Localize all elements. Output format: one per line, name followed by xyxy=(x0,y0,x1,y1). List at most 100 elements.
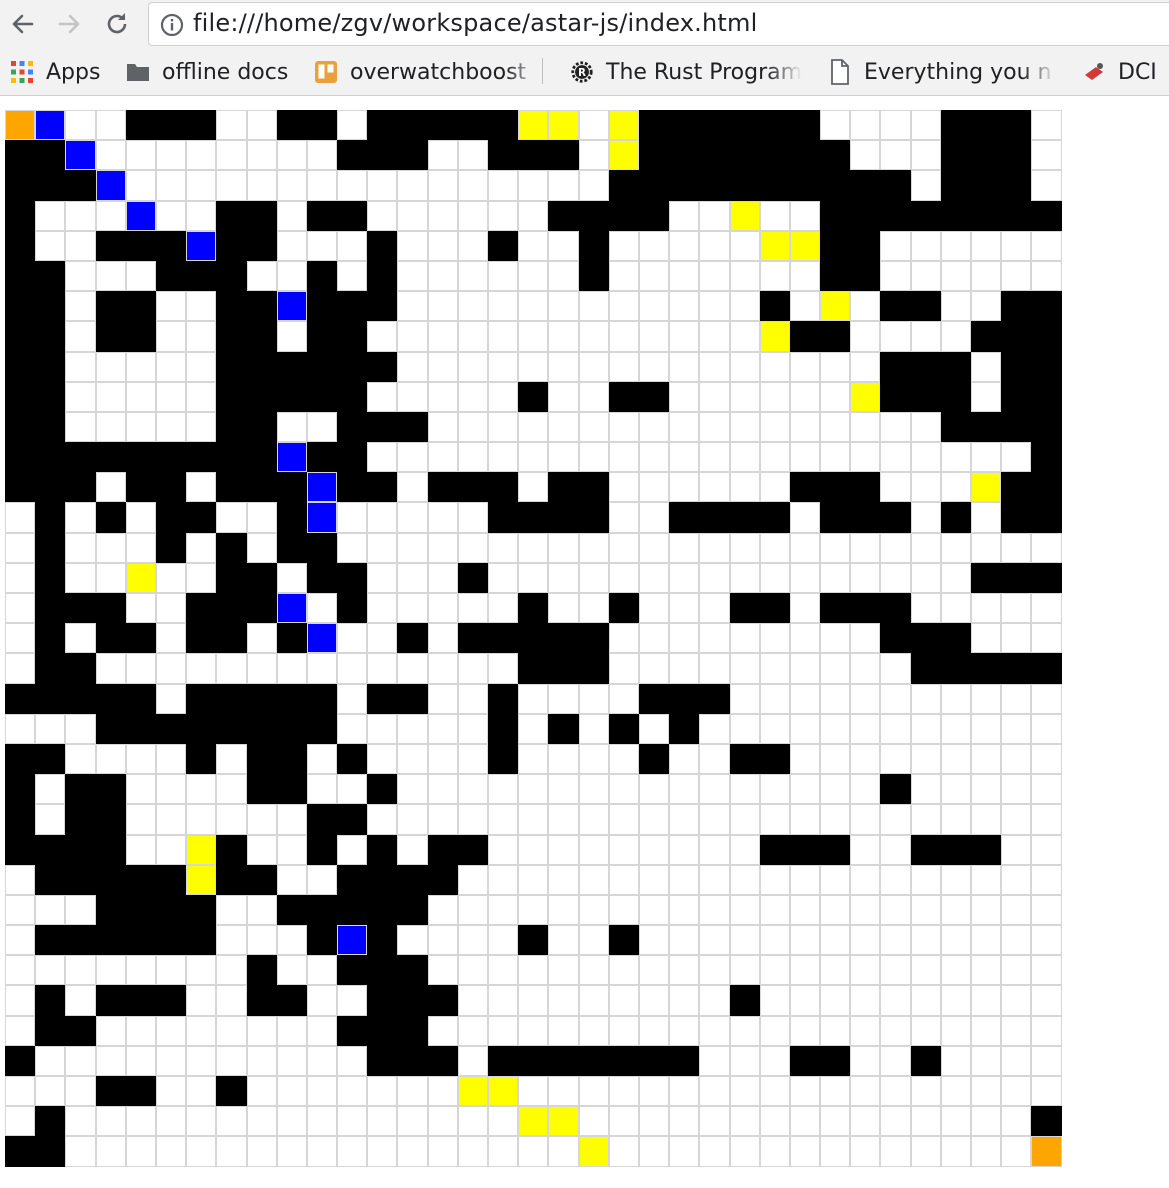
open-cell xyxy=(638,502,670,533)
open-cell xyxy=(820,683,851,714)
open-cell xyxy=(1001,743,1032,775)
back-button[interactable] xyxy=(6,5,40,43)
open-cell xyxy=(910,472,941,503)
open-cell xyxy=(125,955,156,986)
bookmark-rust-book[interactable]: R The Rust Program xyxy=(570,56,802,88)
wall-cell xyxy=(820,593,851,624)
wall-cell xyxy=(216,1076,247,1107)
wall-cell xyxy=(1001,411,1032,443)
open-cell xyxy=(548,925,579,956)
wall-cell xyxy=(1001,381,1032,412)
wall-cell xyxy=(427,834,458,865)
open-cell xyxy=(306,411,338,443)
wall-cell xyxy=(910,351,941,382)
open-cell xyxy=(638,472,670,503)
open-cell xyxy=(65,351,96,382)
wall-cell xyxy=(306,894,338,926)
open-cell xyxy=(880,321,911,352)
open-cell xyxy=(910,1136,941,1167)
open-cell xyxy=(367,442,398,473)
open-cell xyxy=(367,1076,398,1107)
open-cell xyxy=(638,230,670,261)
wall-cell xyxy=(397,894,428,926)
bookmark-label: offline docs xyxy=(162,59,289,85)
open-cell xyxy=(578,1015,609,1046)
path-cell xyxy=(276,442,307,473)
wall-cell xyxy=(65,683,96,714)
bookmark-overwatchboost[interactable]: overwatchboost xyxy=(314,56,540,88)
bookmark-label: Apps xyxy=(46,59,101,85)
open-cell xyxy=(1001,894,1032,926)
open-cell xyxy=(488,925,519,956)
open-cell xyxy=(669,834,700,865)
open-cell xyxy=(880,894,911,926)
wall-cell xyxy=(397,140,428,171)
open-cell xyxy=(276,411,307,443)
open-cell xyxy=(608,743,639,775)
open-cell xyxy=(759,804,790,835)
wall-cell xyxy=(940,351,971,382)
explored-cell xyxy=(759,230,790,261)
wall-cell xyxy=(216,411,247,443)
wall-cell xyxy=(186,110,217,141)
wall-cell xyxy=(246,321,277,352)
wall-cell xyxy=(669,683,700,714)
open-cell xyxy=(759,442,790,473)
open-cell xyxy=(971,804,1002,835)
bookmark-apps[interactable]: Apps xyxy=(10,56,100,88)
open-cell xyxy=(95,351,126,382)
open-cell xyxy=(729,955,760,986)
reload-button[interactable] xyxy=(100,5,134,43)
bookmark-everything[interactable]: Everything you n xyxy=(828,56,1056,88)
open-cell xyxy=(850,894,881,926)
open-cell xyxy=(95,411,126,443)
open-cell xyxy=(971,502,1002,533)
open-cell xyxy=(759,381,790,412)
open-cell xyxy=(820,442,851,473)
info-icon[interactable] xyxy=(159,12,185,38)
wall-cell xyxy=(367,351,398,382)
address-bar[interactable]: file:///home/zgv/workspace/astar-js/inde… xyxy=(148,2,1169,46)
open-cell xyxy=(880,713,911,744)
wall-cell xyxy=(608,381,639,412)
bookmark-dci[interactable]: DCI xyxy=(1082,56,1169,88)
wall-cell xyxy=(35,381,66,412)
open-cell xyxy=(608,653,639,684)
open-cell xyxy=(518,351,549,382)
open-cell xyxy=(548,1136,579,1167)
open-cell xyxy=(669,260,700,292)
open-cell xyxy=(125,593,156,624)
url-text[interactable]: file:///home/zgv/workspace/astar-js/inde… xyxy=(193,9,757,37)
open-cell xyxy=(729,562,760,593)
open-cell xyxy=(155,955,187,986)
wall-cell xyxy=(1001,170,1032,201)
open-cell xyxy=(5,894,36,926)
open-cell xyxy=(638,774,670,805)
wall-cell xyxy=(216,442,247,473)
open-cell xyxy=(397,291,428,322)
open-cell xyxy=(367,623,398,654)
wall-cell xyxy=(850,472,881,503)
wall-cell xyxy=(276,743,307,775)
wall-cell xyxy=(35,1136,66,1167)
wall-cell xyxy=(518,140,549,171)
open-cell xyxy=(246,925,277,956)
wall-cell xyxy=(578,260,609,292)
open-cell xyxy=(699,562,730,593)
wall-cell xyxy=(337,804,368,835)
forward-button[interactable] xyxy=(52,5,86,43)
open-cell xyxy=(789,743,821,775)
wall-cell xyxy=(971,562,1002,593)
wall-cell xyxy=(608,713,639,744)
explored-cell xyxy=(457,1076,488,1107)
open-cell xyxy=(5,562,36,593)
wall-cell xyxy=(971,110,1002,141)
bookmark-offline-docs[interactable]: offline docs xyxy=(126,56,288,88)
wall-cell xyxy=(216,532,247,563)
open-cell xyxy=(578,894,609,926)
wall-cell xyxy=(759,291,790,322)
open-cell xyxy=(850,743,881,775)
open-cell xyxy=(5,532,36,563)
open-cell xyxy=(608,623,639,654)
path-cell xyxy=(35,110,66,141)
